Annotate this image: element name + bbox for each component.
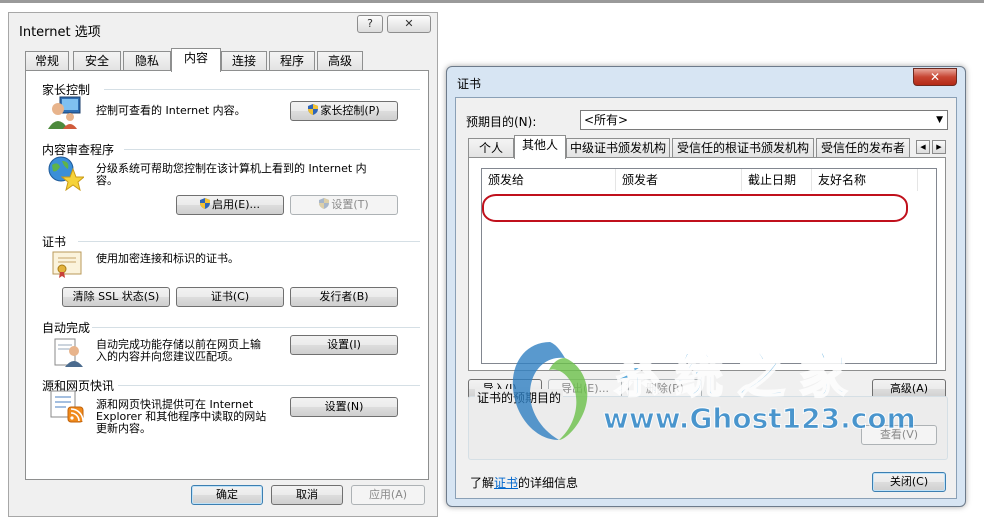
tab-security[interactable]: 安全 — [73, 51, 121, 71]
column-friendly-name[interactable]: 友好名称 — [812, 169, 918, 191]
content-advisor-description-line1: 分级系统可帮助您控制在该计算机上看到的 Internet 内 — [96, 162, 367, 175]
tab-intermediate-ca[interactable]: 中级证书颁发机构 — [566, 138, 670, 158]
enable-button[interactable]: 启用(E)... — [176, 195, 284, 215]
tab-scroll-left-icon[interactable]: ◀ — [916, 140, 930, 154]
tab-personal[interactable]: 个人 — [468, 138, 514, 158]
chevron-down-icon: ▼ — [936, 115, 943, 125]
tab-content[interactable]: 内容 — [171, 48, 221, 72]
learn-more-text: 了解证书的详细信息 — [470, 474, 578, 491]
clear-ssl-state-button[interactable]: 清除 SSL 状态(S) — [62, 287, 170, 307]
publishers-button[interactable]: 发行者(B) — [290, 287, 398, 307]
view-button[interactable]: 查看(V) — [861, 425, 937, 445]
autocomplete-description-line2: 入的内容并向您建议匹配项。 — [96, 350, 239, 363]
tab-advanced[interactable]: 高级 — [317, 51, 363, 71]
content-advisor-icon — [48, 156, 84, 191]
divider — [104, 89, 420, 90]
intended-purposes-label: 证书的预期目的 — [475, 389, 564, 406]
intended-purpose-label: 预期目的(N): — [466, 115, 537, 129]
tab-trusted-publishers[interactable]: 受信任的发布者 — [816, 138, 910, 158]
certificates-header: 证书 — [42, 235, 67, 249]
content-advisor-settings-label: 设置(T) — [331, 198, 369, 211]
dialog-title: Internet 选项 — [19, 25, 101, 40]
help-button[interactable]: ? — [357, 15, 383, 33]
parental-controls-description: 控制可查看的 Internet 内容。 — [96, 104, 246, 117]
enable-button-label: 启用(E)... — [211, 198, 261, 211]
feeds-settings-button[interactable]: 设置(N) — [290, 397, 398, 417]
autocomplete-header: 自动完成 — [42, 321, 91, 335]
divider — [124, 149, 420, 150]
divider — [78, 241, 420, 242]
learn-prefix: 了解 — [470, 476, 495, 490]
internet-options-dialog: Internet 选项 ? ✕ 常规 安全 隐私 内容 连接 程序 高级 家长控… — [8, 12, 438, 517]
tab-other-people[interactable]: 其他人 — [514, 135, 566, 159]
feeds-icon — [50, 390, 84, 423]
divider — [118, 385, 420, 386]
content-advisor-settings-button[interactable]: 设置(T) — [290, 195, 398, 215]
tab-scroll-right-icon[interactable]: ▶ — [932, 140, 946, 154]
certificates-dialog: 证书 ✕ 预期目的(N): <所有> ▼ 个人 其他人 中级证书颁发机构 受信任… — [446, 66, 966, 507]
content-tab-panel: 家长控制 控制可查看的 Internet 内容。 家长控制(P) 内容审查程序 … — [25, 70, 429, 480]
parental-controls-icon — [48, 96, 81, 129]
background-edge — [0, 0, 984, 3]
title-bar[interactable]: Internet 选项 ? ✕ — [9, 13, 437, 43]
certificates-button[interactable]: 证书(C) — [176, 287, 284, 307]
intended-purpose-select[interactable]: <所有> ▼ — [580, 110, 948, 130]
certificate-list[interactable]: 颁发给 颁发者 截止日期 友好名称 — [481, 168, 937, 364]
uac-shield-icon — [319, 198, 330, 209]
column-issued-to[interactable]: 颁发给 — [482, 169, 616, 191]
column-issued-by[interactable]: 颁发者 — [616, 169, 742, 191]
intended-purposes-group: 证书的预期目的 查看(V) — [468, 389, 948, 460]
tab-general[interactable]: 常规 — [25, 51, 69, 71]
other-people-panel: 颁发给 颁发者 截止日期 友好名称 — [468, 157, 946, 371]
intended-purpose-value: <所有> — [584, 113, 629, 127]
uac-shield-icon — [308, 104, 319, 115]
certificates-help-link[interactable]: 证书 — [494, 476, 518, 490]
certificates-description: 使用加密连接和标识的证书。 — [96, 252, 239, 265]
tab-privacy[interactable]: 隐私 — [123, 51, 171, 71]
autocomplete-settings-button[interactable]: 设置(I) — [290, 335, 398, 355]
content-advisor-description-line2: 容。 — [96, 174, 118, 187]
divider — [92, 327, 420, 328]
tab-programs[interactable]: 程序 — [269, 51, 315, 71]
parental-controls-button-label: 家长控制(P) — [320, 104, 380, 117]
cancel-button[interactable]: 取消 — [271, 485, 343, 505]
parental-controls-button[interactable]: 家长控制(P) — [290, 101, 398, 121]
close-button[interactable]: 关闭(C) — [872, 472, 946, 492]
ok-button[interactable]: 确定 — [191, 485, 263, 505]
learn-suffix: 的详细信息 — [518, 476, 579, 490]
tab-trusted-root-ca[interactable]: 受信任的根证书颁发机构 — [672, 138, 814, 158]
column-expiration-date[interactable]: 截止日期 — [742, 169, 812, 191]
certificate-icon — [52, 251, 82, 278]
red-annotation-ellipse — [482, 194, 908, 222]
certificates-client-area: 预期目的(N): <所有> ▼ 个人 其他人 中级证书颁发机构 受信任的根证书颁… — [455, 97, 957, 499]
uac-shield-icon — [199, 198, 210, 209]
apply-button[interactable]: 应用(A) — [351, 485, 425, 505]
dialog-title: 证书 — [457, 77, 482, 91]
feeds-description-line3: 更新内容。 — [96, 422, 151, 435]
tab-connections[interactable]: 连接 — [221, 51, 267, 71]
autocomplete-icon — [54, 338, 83, 367]
close-icon[interactable]: ✕ — [387, 15, 431, 33]
close-icon[interactable]: ✕ — [913, 68, 957, 86]
